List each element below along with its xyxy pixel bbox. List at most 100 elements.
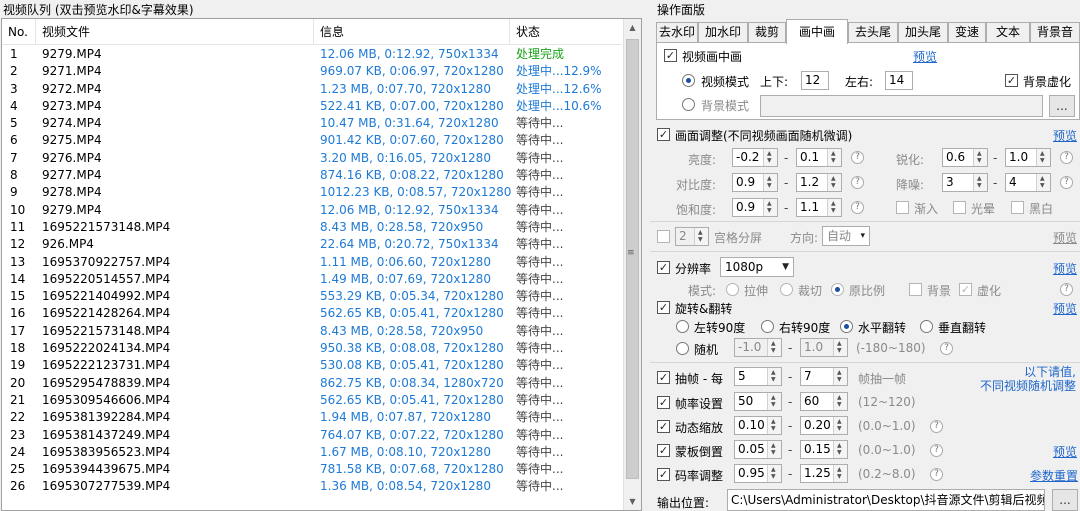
denoise-help-icon[interactable]: ? (1060, 176, 1073, 189)
reset-params-link[interactable]: 参数重置 (1030, 467, 1078, 484)
direction-select[interactable]: 自动 ▾ (822, 226, 870, 246)
zoom-max-spinner[interactable]: 0.20 ▲ ▼ (800, 416, 848, 435)
table-row[interactable]: 10 9279.MP4 12.06 MB, 0:12.92, 750x1334 等待中… (2, 202, 622, 219)
output-path-input[interactable]: C:\Users\Administrator\Desktop\抖音源文件\剪辑后… (727, 489, 1045, 511)
resolution-checkbox[interactable]: ✓ (657, 261, 670, 274)
mask-max-spinner[interactable]: 0.15 ▲ ▼ (800, 440, 848, 459)
rotate-right-radio[interactable] (761, 320, 774, 333)
table-row[interactable]: 12 926.MP4 22.64 MB, 0:20.72, 750x1334 等待中.… (2, 236, 622, 253)
tab-crop[interactable]: 裁剪 (748, 22, 786, 43)
tab-text[interactable]: 文本 (986, 22, 1030, 43)
rotate-checkbox[interactable]: ✓ (657, 301, 670, 314)
table-row[interactable]: 25 1695394439675.MP4 781.58 KB, 0:07.68, 7… (2, 461, 622, 478)
table-row[interactable]: 24 1695383956523.MP4 1.67 MB, 0:08.10, 720… (2, 444, 622, 461)
mask-help-icon[interactable]: ? (930, 444, 943, 457)
rotate-min-spinner[interactable]: -1.0 ▲ ▼ (734, 338, 782, 357)
table-row[interactable]: 1 9279.MP4 12.06 MB, 0:12.92, 750x1334 处理完成 (2, 46, 622, 63)
table-row[interactable]: 11 1695221573148.MP4 8.43 MB, 0:28.58, 720… (2, 219, 622, 236)
bg-browse-button[interactable]: ... (1049, 95, 1075, 117)
queue-scrollbar[interactable]: ▲ ≡ ▼ (623, 19, 641, 510)
tab-picture-in-picture[interactable]: 画中画 (786, 19, 848, 44)
tab-add-watermark[interactable]: 加水印 (698, 22, 748, 43)
fps-min-spinner[interactable]: 50 ▲ ▼ (734, 392, 782, 411)
contrast-max-spinner[interactable]: 1.2 ▲ ▼ (796, 173, 842, 192)
bitrate-min-spinner[interactable]: 0.95 ▲ ▼ (734, 464, 782, 483)
pip-enable-checkbox[interactable]: ✓ (664, 49, 677, 62)
table-row[interactable]: 21 1695309546606.MP4 562.65 KB, 0:05.41, 7… (2, 392, 622, 409)
column-header-status[interactable]: 状态 (510, 19, 622, 45)
rotate-help-icon[interactable]: ? (940, 342, 953, 355)
bitrate-max-spinner[interactable]: 1.25 ▲ ▼ (800, 464, 848, 483)
contrast-help-icon[interactable]: ? (851, 176, 864, 189)
contrast-min-spinner[interactable]: 0.9 ▲ ▼ (732, 173, 778, 192)
crop-radio[interactable] (780, 283, 793, 296)
pip-preview-link[interactable]: 预览 (913, 48, 937, 65)
table-row[interactable]: 16 1695221428264.MP4 562.65 KB, 0:05.41, 7… (2, 305, 622, 322)
table-row[interactable]: 5 9274.MP4 10.47 MB, 0:31.64, 720x1280 等待中.… (2, 115, 622, 132)
table-row[interactable]: 7 9276.MP4 3.20 MB, 0:16.05, 720x1280 等待中..… (2, 150, 622, 167)
table-row[interactable]: 20 1695295478839.MP4 862.75 KB, 0:08.34, 1… (2, 375, 622, 392)
random-rotate-radio[interactable] (676, 342, 689, 355)
saturation-min-spinner[interactable]: 0.9 ▲ ▼ (732, 198, 778, 217)
vflip-radio[interactable] (920, 320, 933, 333)
blur-checkbox[interactable]: ✓ (959, 283, 972, 296)
saturation-max-spinner[interactable]: 1.1 ▲ ▼ (796, 198, 842, 217)
fps-max-spinner[interactable]: 60 ▲ ▼ (800, 392, 848, 411)
table-row[interactable]: 22 1695381392284.MP4 1.94 MB, 0:07.87, 720… (2, 409, 622, 426)
rotate-preview-link[interactable]: 预览 (1053, 300, 1077, 317)
scroll-up-arrow-icon[interactable]: ▲ (624, 19, 641, 36)
video-mode-radio[interactable] (682, 74, 695, 87)
table-row[interactable]: 4 9273.MP4 522.41 KB, 0:07.00, 720x1280 处理中… (2, 98, 622, 115)
table-row[interactable]: 26 1695307277539.MP4 1.36 MB, 0:08.54, 720… (2, 478, 622, 495)
denoise-max-spinner[interactable]: 4 ▲ ▼ (1005, 173, 1051, 192)
table-row[interactable]: 15 1695221404992.MP4 553.29 KB, 0:05.34, 7… (2, 288, 622, 305)
tab-speed[interactable]: 变速 (948, 22, 986, 43)
sharpen-min-spinner[interactable]: 0.6 ▲ ▼ (942, 148, 988, 167)
rotate-left-radio[interactable] (676, 320, 689, 333)
zoom-checkbox[interactable]: ✓ (657, 420, 670, 433)
sharpen-help-icon[interactable]: ? (1060, 151, 1073, 164)
grid-checkbox[interactable] (657, 230, 670, 243)
denoise-min-spinner[interactable]: 3 ▲ ▼ (942, 173, 988, 192)
table-row[interactable]: 19 1695222123731.MP4 530.08 KB, 0:05.41, 7… (2, 357, 622, 374)
hflip-radio[interactable] (840, 320, 853, 333)
zoom-min-spinner[interactable]: 0.10 ▲ ▼ (734, 416, 782, 435)
table-row[interactable]: 17 1695221573148.MP4 8.43 MB, 0:28.58, 720… (2, 323, 622, 340)
column-header-info[interactable]: 信息 (314, 19, 510, 45)
table-row[interactable]: 18 1695222024134.MP4 950.38 KB, 0:08.08, 7… (2, 340, 622, 357)
table-row[interactable]: 8 9277.MP4 874.16 KB, 0:08.22, 720x1280 等待中… (2, 167, 622, 184)
resolution-select[interactable]: 1080p ▼ (720, 257, 794, 277)
queue-list[interactable]: No. 视频文件 信息 状态 1 9279.MP4 12.06 MB, 0:12.9… (1, 18, 642, 511)
scroll-down-arrow-icon[interactable]: ▼ (624, 493, 641, 510)
mask-preview-link[interactable]: 预览 (1053, 443, 1077, 460)
brightness-help-icon[interactable]: ? (851, 151, 864, 164)
framedrop-max-spinner[interactable]: 7 ▲ ▼ (800, 367, 848, 386)
tab-trim-head-tail[interactable]: 去头尾 (848, 22, 898, 43)
rotate-max-spinner[interactable]: 1.0 ▲ ▼ (800, 338, 848, 357)
adjust-checkbox[interactable]: ✓ (657, 128, 670, 141)
background-checkbox[interactable] (909, 283, 922, 296)
table-row[interactable]: 2 9271.MP4 969.07 KB, 0:06.97, 720x1280 处理中… (2, 63, 622, 80)
fps-checkbox[interactable]: ✓ (657, 396, 670, 409)
framedrop-min-spinner[interactable]: 5 ▲ ▼ (734, 367, 782, 386)
bitrate-help-icon[interactable]: ? (930, 468, 943, 481)
brightness-min-spinner[interactable]: -0.2 ▲ ▼ (732, 148, 778, 167)
adjust-preview-link[interactable]: 预览 (1053, 127, 1077, 144)
stretch-radio[interactable] (726, 283, 739, 296)
bw-checkbox[interactable] (1011, 201, 1024, 214)
fadein-checkbox[interactable] (896, 201, 909, 214)
table-row[interactable]: 13 1695370922757.MP4 1.11 MB, 0:06.60, 720… (2, 254, 622, 271)
tab-remove-watermark[interactable]: 去水印 (656, 22, 698, 43)
bg-mode-radio[interactable] (682, 98, 695, 111)
table-row[interactable]: 3 9272.MP4 1.23 MB, 0:07.70, 720x1280 处理中..… (2, 81, 622, 98)
halo-checkbox[interactable] (953, 201, 966, 214)
saturation-help-icon[interactable]: ? (851, 201, 864, 214)
table-row[interactable]: 9 9278.MP4 1012.23 KB, 0:08.57, 720x1280 等待… (2, 184, 622, 201)
resolution-preview-link[interactable]: 预览 (1053, 260, 1077, 277)
bg-blur-checkbox[interactable]: ✓ (1005, 74, 1018, 87)
bg-image-path-input[interactable] (760, 95, 1043, 117)
sharpen-max-spinner[interactable]: 1.0 ▲ ▼ (1005, 148, 1051, 167)
tab-add-head-tail[interactable]: 加头尾 (898, 22, 948, 43)
grid-count-spinner[interactable]: 2 ▲ ▼ (675, 227, 709, 246)
column-header-no[interactable]: No. (2, 19, 36, 45)
